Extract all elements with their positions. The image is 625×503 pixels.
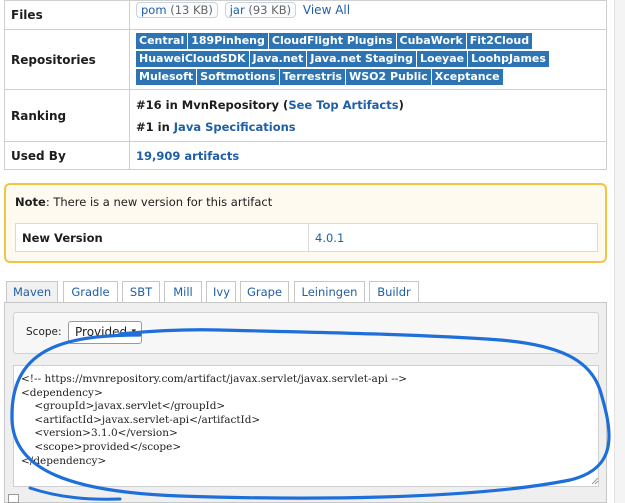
pom-file-size: (13 KB) <box>170 3 213 17</box>
tab-grape[interactable]: Grape <box>240 281 289 303</box>
tab-mill[interactable]: Mill <box>164 281 202 303</box>
files-value: pom (13 KB) jar (93 KB) View All <box>129 0 607 30</box>
new-version-note: Note: There is a new version for this ar… <box>4 183 607 263</box>
repository-badge[interactable]: LoohpJames <box>468 50 549 67</box>
note-text: : There is a new version for this artifa… <box>45 195 273 209</box>
repository-badge[interactable]: Softmotions <box>197 68 279 85</box>
tab-maven[interactable]: Maven <box>6 281 58 304</box>
repository-badge[interactable]: CubaWork <box>396 32 466 49</box>
repository-badge[interactable]: Mulesoft <box>136 68 197 85</box>
tab-sbt[interactable]: SBT <box>122 281 160 303</box>
bottom-checkbox[interactable] <box>8 494 19 503</box>
view-all-link[interactable]: View All <box>303 3 350 17</box>
repository-badge[interactable]: 189Pinheng <box>188 32 268 49</box>
chevron-down-icon: ▾ <box>131 327 136 337</box>
new-version-row: New Version 4.0.1 <box>15 223 598 252</box>
ranking-row: Ranking #16 in MvnRepository (See Top Ar… <box>4 89 607 142</box>
tab-buildr[interactable]: Buildr <box>369 281 419 303</box>
pom-file-link[interactable]: pom (13 KB) <box>136 2 218 18</box>
repositories-label: Repositories <box>4 29 130 90</box>
repository-badge[interactable]: Java.net Staging <box>307 50 417 67</box>
used-by-row: Used By 19,909 artifacts <box>4 141 607 170</box>
repository-badge[interactable]: Terrestris <box>279 68 346 85</box>
new-version-link[interactable]: 4.0.1 <box>315 231 344 245</box>
tab-leiningen[interactable]: Leiningen <box>294 281 365 303</box>
note-message: Note: There is a new version for this ar… <box>15 195 272 209</box>
artifact-info-table: Files pom (13 KB) jar (93 KB) View All R… <box>4 0 607 170</box>
new-version-cell: 4.0.1 <box>308 223 598 252</box>
repository-badge[interactable]: CloudFlight Plugins <box>268 32 396 49</box>
repository-badge[interactable]: HuaweiCloudSDK <box>136 50 249 67</box>
tab-ivy[interactable]: Ivy <box>206 281 236 303</box>
ranking-line-1: #16 in MvnRepository (See Top Artifacts) <box>136 94 600 116</box>
used-by-artifacts-link[interactable]: 19,909 artifacts <box>136 149 239 163</box>
see-top-artifacts-link[interactable]: See Top Artifacts <box>288 98 398 112</box>
dependency-snippet-panel: Scope: Provided ▾ <!-- https://mvnreposi… <box>4 302 607 503</box>
repository-badge[interactable]: WSO2 Public <box>346 68 431 85</box>
scope-select[interactable]: Provided ▾ <box>68 321 142 344</box>
repository-badge[interactable]: Fit2Cloud <box>466 32 533 49</box>
repository-badge[interactable]: Loeyae <box>417 50 468 67</box>
ranking-value: #16 in MvnRepository (See Top Artifacts)… <box>129 89 607 142</box>
ranking-1-suffix: ) <box>398 97 404 112</box>
new-version-table: New Version 4.0.1 <box>15 223 598 252</box>
scope-selected-value: Provided <box>75 325 128 339</box>
pom-file-name: pom <box>141 3 167 17</box>
repositories-row: Repositories Central 189Pinheng CloudFligh… <box>4 29 607 90</box>
scope-label: Scope: <box>26 326 62 338</box>
page-scrollbar[interactable] <box>614 0 625 503</box>
ranking-1-prefix: #16 in MvnRepository ( <box>136 97 289 112</box>
ranking-label: Ranking <box>4 89 130 142</box>
new-version-label: New Version <box>15 223 309 252</box>
used-by-value: 19,909 artifacts <box>129 141 607 170</box>
files-row: Files pom (13 KB) jar (93 KB) View All <box>4 0 607 30</box>
repository-badge[interactable]: Java.net <box>249 50 307 67</box>
files-label: Files <box>4 0 130 30</box>
jar-file-size: (93 KB) <box>248 3 292 17</box>
repository-badge-list: Central 189Pinheng CloudFlight Plugins Cuba… <box>136 32 596 87</box>
jar-file-name: jar <box>229 3 245 17</box>
used-by-label: Used By <box>4 141 130 170</box>
repository-badge[interactable]: Xceptance <box>431 68 503 85</box>
repositories-value: Central 189Pinheng CloudFlight Plugins Cuba… <box>129 29 607 90</box>
note-label: Note <box>15 195 46 209</box>
ranking-2-prefix: #1 in <box>136 119 174 134</box>
repository-badge[interactable]: Central <box>136 32 188 49</box>
resize-grip-icon[interactable] <box>591 477 599 485</box>
dependency-code-textarea[interactable]: <!-- https://mvnrepository.com/artifact/… <box>13 365 599 487</box>
java-specifications-link[interactable]: Java Specifications <box>174 120 296 134</box>
tab-gradle[interactable]: Gradle <box>63 281 118 303</box>
jar-file-link[interactable]: jar (93 KB) <box>224 2 297 18</box>
ranking-line-2: #1 in Java Specifications <box>136 116 600 138</box>
scope-bar: Scope: Provided ▾ <box>13 312 599 354</box>
